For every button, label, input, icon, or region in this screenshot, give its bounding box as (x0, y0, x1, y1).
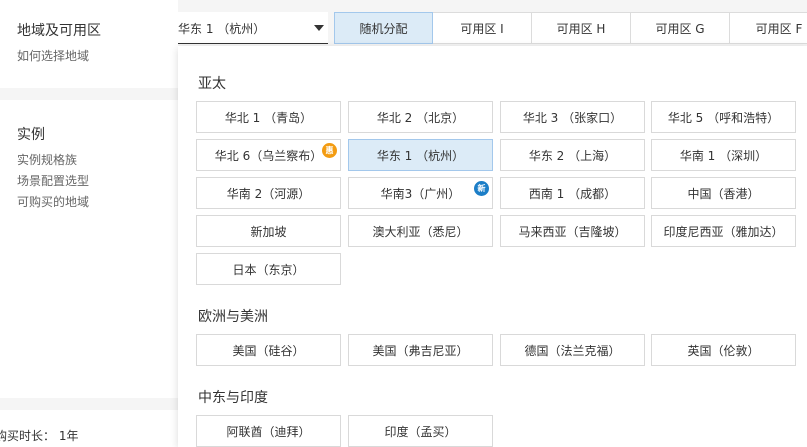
region-option[interactable]: 日本（东京） (196, 253, 341, 285)
group-title-europe-americas: 欧洲与美洲 (198, 309, 268, 325)
region-help-link[interactable]: 如何选择地域 (17, 47, 89, 64)
region-section-title: 地域及可用区 (17, 23, 101, 39)
group-title-asia-pacific: 亚太 (198, 76, 226, 92)
purchase-duration: 购买时长： 1年 (0, 429, 79, 443)
region-option[interactable]: 印度尼西亚（雅加达） (651, 215, 796, 247)
region-dropdown: 亚太 华北 1 （青岛） 华北 2 （北京） 华北 3 （张家口） 华北 5 （… (178, 46, 807, 447)
region-option[interactable]: 马来西亚（吉隆坡） (500, 215, 645, 247)
region-option[interactable]: 美国（硅谷） (196, 334, 341, 366)
region-option[interactable]: 阿联酋（迪拜） (196, 415, 341, 447)
region-option[interactable]: 华南3（广州） 新 (348, 177, 493, 209)
zone-tabs: 随机分配 可用区 I 可用区 H 可用区 G 可用区 F (334, 12, 807, 44)
region-option[interactable]: 美国（弗吉尼亚） (348, 334, 493, 366)
region-option[interactable]: 华南 2（河源） (196, 177, 341, 209)
discount-badge-icon: 惠 (322, 143, 337, 158)
region-option[interactable]: 华北 6（乌兰察布） 惠 (196, 139, 341, 171)
region-option[interactable]: 华北 3 （张家口） (500, 101, 645, 133)
region-select[interactable]: 华东 1 （杭州） (178, 12, 328, 44)
instance-family-link[interactable]: 实例规格族 (17, 151, 77, 168)
region-option[interactable]: 澳大利亚（悉尼） (348, 215, 493, 247)
instance-section-title: 实例 (17, 127, 45, 143)
zone-tab-random[interactable]: 随机分配 (334, 12, 433, 44)
group-title-middle-east-india: 中东与印度 (198, 390, 268, 406)
caret-down-icon[interactable] (314, 25, 324, 31)
region-option[interactable]: 华北 5 （呼和浩特） (651, 101, 796, 133)
region-option-selected[interactable]: 华东 1 （杭州） (348, 139, 493, 171)
instance-section: 实例 实例规格族 场景配置选型 可购买的地域 (0, 100, 178, 398)
region-option-label: 华南3（广州） (380, 186, 461, 201)
scenario-config-link[interactable]: 场景配置选型 (17, 172, 89, 189)
region-option[interactable]: 印度（孟买） (348, 415, 493, 447)
region-option-label: 华北 6（乌兰察布） (214, 148, 323, 163)
region-option[interactable]: 西南 1 （成都） (500, 177, 645, 209)
purchase-duration-section: 购买时长： 1年 (0, 410, 178, 447)
region-option[interactable]: 德国（法兰克福） (500, 334, 645, 366)
new-badge-icon: 新 (474, 181, 489, 196)
region-select-value: 华东 1 （杭州） (178, 22, 266, 36)
zone-tab-f[interactable]: 可用区 F (730, 12, 807, 44)
region-section: 地域及可用区 如何选择地域 (0, 0, 178, 88)
purchasable-regions-link[interactable]: 可购买的地域 (17, 193, 89, 210)
region-option[interactable]: 英国（伦敦） (651, 334, 796, 366)
region-option[interactable]: 华北 1 （青岛） (196, 101, 341, 133)
region-option[interactable]: 华东 2 （上海） (500, 139, 645, 171)
zone-tab-g[interactable]: 可用区 G (631, 12, 730, 44)
zone-tab-i[interactable]: 可用区 I (433, 12, 532, 44)
region-option[interactable]: 中国（香港） (651, 177, 796, 209)
region-option[interactable]: 华南 1 （深圳） (651, 139, 796, 171)
region-option[interactable]: 新加坡 (196, 215, 341, 247)
zone-tab-h[interactable]: 可用区 H (532, 12, 631, 44)
left-config-panel: 地域及可用区 如何选择地域 实例 实例规格族 场景配置选型 可购买的地域 购买时… (0, 0, 178, 447)
region-option[interactable]: 华北 2 （北京） (348, 101, 493, 133)
